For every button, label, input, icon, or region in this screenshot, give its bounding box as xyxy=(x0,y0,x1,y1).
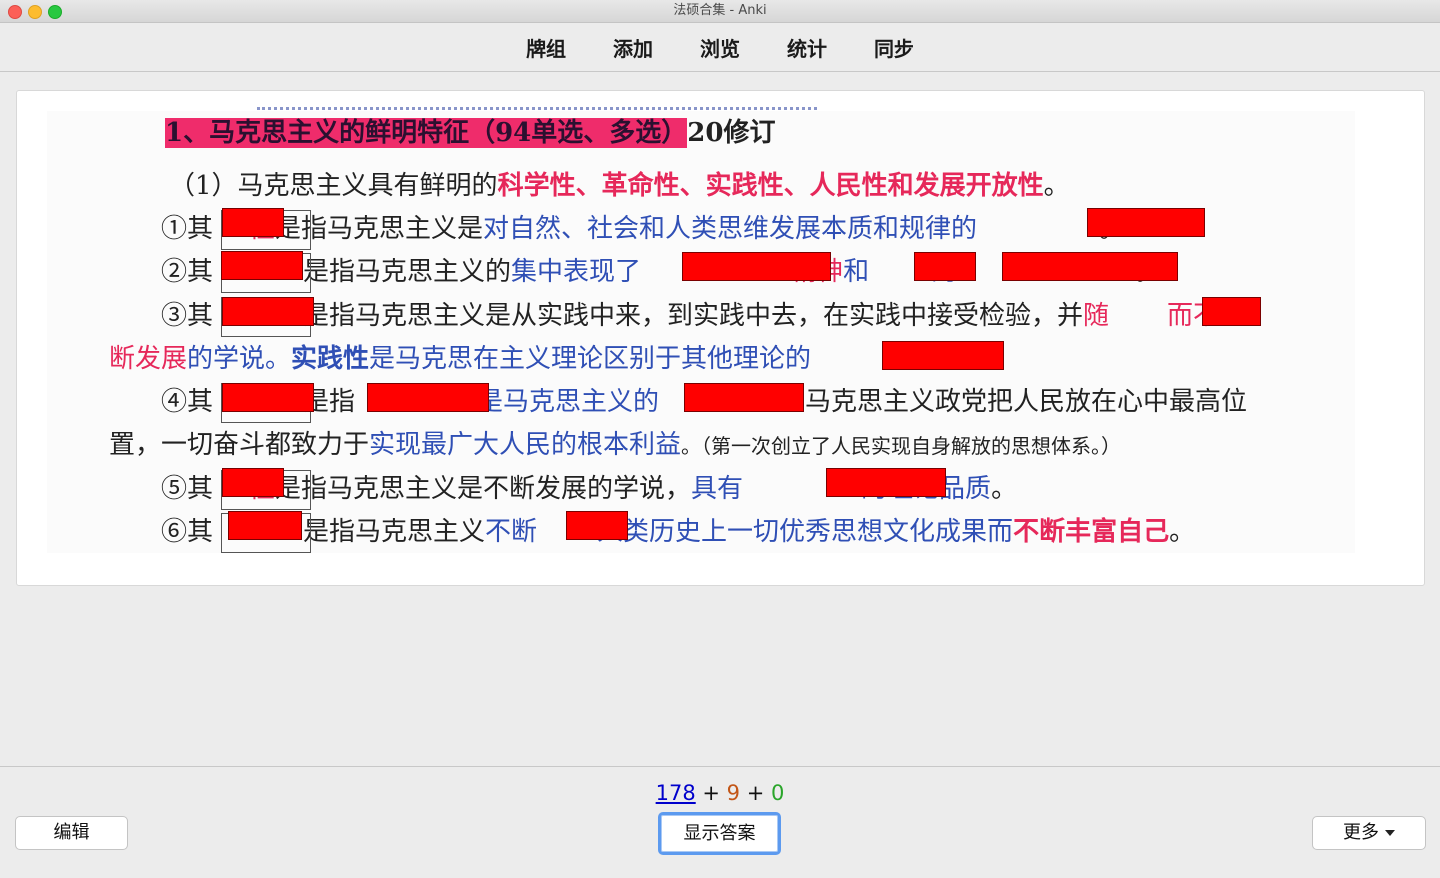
occlusion-mask[interactable] xyxy=(367,383,489,412)
note-text: 。（第一次创立了人民实现自身解放的思想体系。） xyxy=(681,434,1122,458)
line-text: 。马克思主义政党把人民放在心中最高位 xyxy=(779,387,1248,417)
line-text: 置，一切奋斗都致力于 xyxy=(109,430,370,460)
occlusion-mask[interactable] xyxy=(882,341,1004,370)
occlusion-mask[interactable] xyxy=(222,468,284,497)
line-text: 是指马克思主义是不断发展的学说， xyxy=(275,474,692,504)
separator: + xyxy=(740,781,771,805)
show-answer-button[interactable]: 显示答案 xyxy=(658,812,781,855)
section-heading: 1、马克思主义的鲜明特征（94单选、多选） xyxy=(165,118,688,148)
punctuation: 。 xyxy=(1043,171,1070,201)
blue-text: 集中表现了 xyxy=(511,257,642,287)
caret-down-icon xyxy=(1385,830,1395,836)
card-line-1: 1、马克思主义的鲜明特征（94单选、多选）20修订 xyxy=(165,117,775,149)
toolbar-add-link[interactable]: 添加 xyxy=(613,33,653,62)
edit-button[interactable]: 编辑 xyxy=(15,816,128,850)
card-line-2: （1）马克思主义具有鲜明的科学性、革命性、实践性、人民性和发展开放性。 xyxy=(169,170,1070,202)
separator: + xyxy=(695,781,727,805)
review-card: 1、马克思主义的鲜明特征（94单选、多选）20修订 （1）马克思主义具有鲜明的科… xyxy=(16,90,1425,586)
toolbar-stats-link[interactable]: 统计 xyxy=(787,33,827,62)
review-count: 0 xyxy=(771,781,785,805)
close-window-button[interactable] xyxy=(8,5,22,19)
occlusion-mask[interactable] xyxy=(914,252,976,281)
more-button[interactable]: 更多 xyxy=(1312,816,1426,850)
card-line-6: 断发展的学说。实践性是马克思在主义理论区别于其他理论的。 xyxy=(109,343,959,375)
toolbar-sync-link[interactable]: 同步 xyxy=(874,33,914,62)
pink-text: 断发展 xyxy=(109,344,188,374)
main-toolbar: 牌组 添加 浏览 统计 同步 xyxy=(0,23,1440,72)
card-line-5: ③其 是指马克思主义是从实践中来，到实践中去，在实践中接受检验，并随 而不 xyxy=(161,300,1219,332)
blue-text: 对自然、社会和人类思维发展本质和规律的 xyxy=(483,214,978,244)
item-number: ③其 xyxy=(161,301,214,331)
occlusion-mask[interactable] xyxy=(228,511,302,540)
emphasis-text: 科学性、革命性、实践性、人民性和发展开放性 xyxy=(497,171,1044,201)
title-bar: 法硕合集 - Anki xyxy=(0,0,1440,23)
item-number: ④其 xyxy=(161,387,214,417)
edit-button-label: 编辑 xyxy=(53,822,90,843)
punctuation: 。 xyxy=(1169,517,1196,547)
line-text: 是指马克思主义是从实践中来，到实践中去，在实践中接受检验，并 xyxy=(303,301,1084,331)
toolbar-decks-link[interactable]: 牌组 xyxy=(526,33,566,62)
occlusion-mask[interactable] xyxy=(221,251,303,280)
learning-count: 9 xyxy=(726,781,741,805)
due-counts: 178 + 9 + 0 xyxy=(0,781,1440,805)
blue-text: 和 xyxy=(843,257,870,287)
card-line-10: ⑥其 是指马克思主义不断 人类历史上一切优秀思想文化成果而不断丰富自己。 xyxy=(161,516,1195,548)
more-button-label: 更多 xyxy=(1343,822,1379,843)
blue-text: 的学说。 xyxy=(187,344,292,374)
occlusion-mask[interactable] xyxy=(566,511,628,540)
item-number: ⑤其 xyxy=(161,474,214,504)
bold-term: 实践性 xyxy=(291,344,370,374)
revision-note: 20修订 xyxy=(687,118,776,148)
occlusion-mask[interactable] xyxy=(1202,297,1261,326)
item-number: ①其 xyxy=(161,214,214,244)
punctuation: 。 xyxy=(991,474,1018,504)
show-answer-label: 显示答案 xyxy=(683,823,756,844)
pink-text: 随 xyxy=(1083,301,1110,331)
minimize-window-button[interactable] xyxy=(28,5,42,19)
item-number: ②其 xyxy=(161,257,214,287)
blue-text: 人类历史上一切优秀思想文化成果而 xyxy=(597,517,1014,547)
occlusion-mask[interactable] xyxy=(1002,252,1178,281)
blue-text: 具有 xyxy=(691,474,744,504)
occlusion-mask[interactable] xyxy=(826,468,946,497)
pink-text: 不断丰富自己 xyxy=(1013,517,1170,547)
line-text: 是指马克思主义 xyxy=(303,517,486,547)
window-title: 法硕合集 - Anki xyxy=(673,3,767,18)
line-text: 是指马克思主义的 xyxy=(303,257,512,287)
new-count[interactable]: 178 xyxy=(656,781,696,805)
card-line-8: 置，一切奋斗都致力于实现最广大人民的根本利益。（第一次创立了人民实现自身解放的思… xyxy=(109,429,1121,462)
blue-text: 是马克思主义的 xyxy=(477,387,660,417)
occlusion-mask[interactable] xyxy=(682,252,831,281)
item-number: ⑥其 xyxy=(161,517,214,547)
occlusion-mask[interactable] xyxy=(222,383,314,412)
review-bottom-bar: 178 + 9 + 0 编辑 显示答案 更多 xyxy=(0,766,1440,878)
blue-text: 实现最广大人民的根本利益 xyxy=(369,430,682,460)
line-prefix: （1） xyxy=(169,171,238,201)
occlusion-mask[interactable] xyxy=(684,383,804,412)
maximize-window-button[interactable] xyxy=(48,5,62,19)
occlusion-mask[interactable] xyxy=(222,297,314,326)
toolbar-browse-link[interactable]: 浏览 xyxy=(700,33,740,62)
occlusion-mask[interactable] xyxy=(1087,208,1205,237)
occlusion-mask[interactable] xyxy=(222,208,284,237)
note-image: 1、马克思主义的鲜明特征（94单选、多选）20修订 （1）马克思主义具有鲜明的科… xyxy=(47,107,1355,553)
blue-text: 是马克思在主义理论区别于其他理论的 xyxy=(369,344,812,374)
blue-text: 不断 xyxy=(485,517,538,547)
line-text: 马克思主义具有鲜明的 xyxy=(237,171,498,201)
